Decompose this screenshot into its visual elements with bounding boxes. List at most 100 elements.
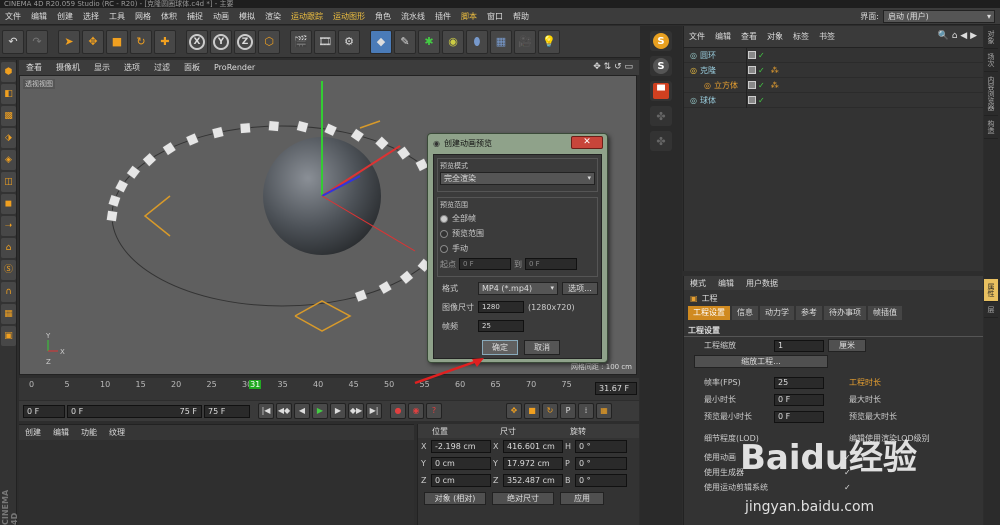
radio-all-frames[interactable]: 全部帧: [440, 211, 595, 226]
viewport-menu-3[interactable]: 选项: [117, 62, 147, 73]
grid-icon[interactable]: ▦: [1, 304, 16, 324]
select-arrow-icon[interactable]: ➤: [58, 29, 80, 54]
keyframe-selection-icon[interactable]: ?: [426, 403, 442, 419]
folder-plugin-icon[interactable]: ▀: [650, 81, 672, 101]
attribute-field-value[interactable]: 0 F: [774, 410, 824, 423]
polygons-mode-icon[interactable]: ◼: [1, 194, 16, 214]
viewport-menu-1[interactable]: 摄像机: [49, 62, 87, 73]
viewport-nav-icons[interactable]: ✥ ⇅ ↺ ▭: [593, 62, 633, 72]
object-menu-4[interactable]: 标签: [788, 31, 814, 42]
object-row[interactable]: ◎ 球体 ✓: [684, 93, 983, 108]
enabled-check-icon[interactable]: ✓: [758, 66, 765, 75]
plugin-5-icon[interactable]: ✤: [650, 131, 672, 151]
right-tab-0[interactable]: 对象: [984, 26, 998, 49]
s-plugin-1-icon[interactable]: S: [650, 31, 672, 51]
menu-14[interactable]: 流水线: [396, 8, 430, 25]
attribute-check-row[interactable]: 使用运动剪辑系统 ✓: [684, 480, 983, 495]
attribute-menu-1[interactable]: 编辑: [712, 278, 740, 289]
radio-manual[interactable]: 手动: [440, 241, 595, 256]
add-icon[interactable]: ✚: [154, 29, 176, 54]
format-select[interactable]: MP4 (*.mp4): [478, 282, 558, 295]
magnet-icon[interactable]: ∩: [1, 282, 16, 302]
next-key-icon[interactable]: ◆▶: [348, 403, 364, 419]
ok-button[interactable]: 确定: [482, 340, 518, 355]
timeline[interactable]: 31.67 F 0 5 10 15 20 25 30 31 35 40 45 50 55 60 65 70 75: [19, 378, 639, 400]
coord-mode-select[interactable]: 对象 (相对): [424, 492, 486, 505]
make-editable-icon[interactable]: ⬢: [1, 62, 16, 82]
object-menu-5[interactable]: 书签: [814, 31, 840, 42]
object-row[interactable]: ◎ 圆环 ✓: [684, 48, 983, 63]
right-tab-3[interactable]: 构造: [984, 116, 998, 139]
coord-position-field[interactable]: 0 cm: [431, 457, 491, 470]
coord-position-field[interactable]: -2.198 cm: [431, 440, 491, 453]
enabled-check-icon[interactable]: ✓: [758, 81, 765, 90]
coord-size-field[interactable]: 17.972 cm: [503, 457, 563, 470]
image-size-field[interactable]: 1280: [478, 301, 524, 313]
coord-size-field[interactable]: 416.601 cm: [503, 440, 563, 453]
project-unit-select[interactable]: 厘米: [828, 339, 866, 352]
coord-rotation-field[interactable]: 0 °: [575, 440, 627, 453]
menu-18[interactable]: 帮助: [508, 8, 534, 25]
viewport-menu-4[interactable]: 过滤: [147, 62, 177, 73]
coord-size-mode-select[interactable]: 绝对尺寸: [492, 492, 554, 505]
pen-icon[interactable]: ✎: [394, 29, 416, 54]
right-tab-4[interactable]: 属性: [984, 279, 998, 302]
visibility-toggle[interactable]: [748, 51, 756, 59]
layout-select[interactable]: 启动 (用户): [883, 10, 995, 23]
timeline-window-icon[interactable]: ▦: [596, 403, 612, 419]
preview-mode-select[interactable]: 完全渲染: [440, 172, 595, 185]
menu-8[interactable]: 动画: [208, 8, 234, 25]
tag-icon[interactable]: ⁂: [771, 66, 779, 75]
check-icon[interactable]: ✓: [844, 483, 851, 492]
object-menu-3[interactable]: 对象: [762, 31, 788, 42]
rotate-icon[interactable]: ↻: [130, 29, 152, 54]
object-row[interactable]: ◎ 克隆 ✓ ⁂: [684, 63, 983, 78]
key-position-icon[interactable]: ✥: [506, 403, 522, 419]
undo-icon[interactable]: ↶: [2, 29, 24, 54]
right-tab-5[interactable]: 层: [984, 302, 998, 318]
edges-mode-icon[interactable]: ◫: [1, 172, 16, 192]
menu-7[interactable]: 捕捉: [182, 8, 208, 25]
enabled-check-icon[interactable]: ✓: [758, 96, 765, 105]
menu-9[interactable]: 模拟: [234, 8, 260, 25]
options-button[interactable]: 选项...: [562, 282, 598, 295]
attribute-tab-1[interactable]: 信息: [732, 306, 758, 320]
viewport-menu-0[interactable]: 查看: [19, 62, 49, 73]
menu-2[interactable]: 创建: [52, 8, 78, 25]
render-view-icon[interactable]: 🎬: [290, 29, 312, 54]
menu-11[interactable]: 运动跟踪: [286, 8, 328, 25]
cancel-button[interactable]: 取消: [524, 340, 560, 355]
menu-10[interactable]: 渲染: [260, 8, 286, 25]
end-frame-field[interactable]: 75 F: [204, 404, 250, 418]
light-icon[interactable]: 💡: [538, 29, 560, 54]
attribute-tab-4[interactable]: 待办事项: [824, 306, 866, 320]
deformer-icon[interactable]: ⬮: [466, 29, 488, 54]
from-field[interactable]: 0 F: [459, 258, 511, 270]
camera-icon[interactable]: 🎥: [514, 29, 536, 54]
coord-position-field[interactable]: 0 cm: [431, 474, 491, 487]
current-frame-field[interactable]: 31.67 F: [595, 382, 637, 395]
menu-12[interactable]: 运动图形: [328, 8, 370, 25]
object-manager-nav-icons[interactable]: 🔍 ⌂ ◀ ▶: [938, 31, 977, 41]
plugin-4-icon[interactable]: ✤: [650, 106, 672, 126]
axis-mode-icon[interactable]: ➝: [1, 216, 16, 236]
key-pla-icon[interactable]: ⁞: [578, 403, 594, 419]
texture-mode-icon[interactable]: ▩: [1, 106, 16, 126]
prev-frame-icon[interactable]: ◀: [294, 403, 310, 419]
lock-icon[interactable]: ▣: [1, 326, 16, 346]
menu-17[interactable]: 窗口: [482, 8, 508, 25]
material-menu-1[interactable]: 编辑: [47, 427, 75, 438]
key-rotation-icon[interactable]: ↻: [542, 403, 558, 419]
cube-icon[interactable]: ◆: [370, 29, 392, 54]
dialog-close-button[interactable]: ✕: [571, 136, 603, 149]
next-frame-icon[interactable]: ▶: [330, 403, 346, 419]
play-icon[interactable]: ▶: [312, 403, 328, 419]
z-axis-icon[interactable]: Z: [234, 29, 256, 54]
radio-preview-range[interactable]: 预览范围: [440, 226, 595, 241]
goto-start-icon[interactable]: |◀: [258, 403, 274, 419]
attribute-tab-3[interactable]: 参考: [796, 306, 822, 320]
visibility-toggle[interactable]: [748, 96, 756, 104]
attribute-field-value[interactable]: 25: [774, 376, 824, 389]
material-menu-3[interactable]: 纹理: [103, 427, 131, 438]
viewport-menu-5[interactable]: 面板: [177, 62, 207, 73]
